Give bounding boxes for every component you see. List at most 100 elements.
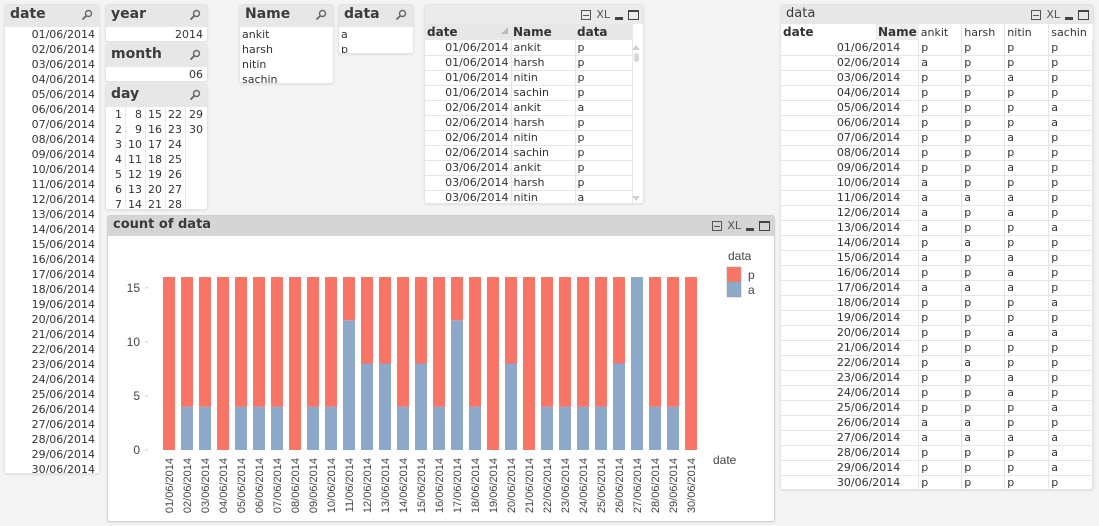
day-list-item[interactable]: 16 bbox=[146, 122, 165, 137]
bar-p[interactable] bbox=[541, 277, 553, 407]
data-list-item[interactable]: p bbox=[339, 42, 413, 53]
date-list-item[interactable]: 26/06/2014 bbox=[5, 402, 99, 417]
search-icon[interactable] bbox=[81, 9, 93, 21]
pivot-col-header-harsh[interactable]: harsh bbox=[961, 24, 1006, 40]
day-list-item[interactable]: 11 bbox=[126, 152, 145, 167]
date-list-item[interactable]: 22/06/2014 bbox=[5, 342, 99, 357]
day-list-item[interactable]: 5 bbox=[106, 167, 125, 182]
month-item[interactable]: 06 bbox=[106, 67, 207, 81]
pivot-row[interactable]: 03/06/2014 p p a p bbox=[781, 70, 1093, 86]
bar-a[interactable] bbox=[271, 406, 283, 450]
day-list-item[interactable]: 2 bbox=[106, 122, 125, 137]
date-list-item[interactable]: 10/06/2014 bbox=[5, 162, 99, 177]
name-list-item[interactable]: nitin bbox=[240, 57, 333, 72]
pivot-row[interactable]: 19/06/2014 p p p p bbox=[781, 310, 1093, 326]
day-list-item[interactable]: 23 bbox=[166, 122, 185, 137]
bar-p[interactable] bbox=[289, 277, 301, 450]
column-header-date[interactable]: date bbox=[425, 24, 511, 40]
date-list-item[interactable]: 13/06/2014 bbox=[5, 207, 99, 222]
bar-a[interactable] bbox=[667, 406, 679, 450]
date-list-item[interactable]: 04/06/2014 bbox=[5, 72, 99, 87]
bar-a[interactable] bbox=[613, 363, 625, 451]
scroll-up-icon[interactable] bbox=[632, 45, 640, 50]
day-list-item[interactable]: 4 bbox=[106, 152, 125, 167]
bar-p[interactable] bbox=[469, 277, 481, 407]
pivot-row[interactable]: 30/06/2014 p p p p bbox=[781, 475, 1093, 489]
bar-p[interactable] bbox=[397, 277, 409, 407]
table-row[interactable]: 01/06/2014 ankit p bbox=[425, 40, 633, 56]
bar-p[interactable] bbox=[577, 277, 589, 407]
pivot-row[interactable]: 04/06/2014 p p p p bbox=[781, 85, 1093, 101]
name-list-item[interactable]: ankit bbox=[240, 27, 333, 42]
bar-p[interactable] bbox=[181, 277, 193, 407]
maximize-icon[interactable] bbox=[1078, 10, 1089, 20]
date-list-item[interactable]: 29/06/2014 bbox=[5, 447, 99, 462]
bar-a[interactable] bbox=[631, 277, 643, 450]
search-icon[interactable] bbox=[189, 9, 201, 21]
day-list-item[interactable]: 21 bbox=[146, 197, 165, 209]
pivot-row[interactable]: 12/06/2014 a p a p bbox=[781, 205, 1093, 221]
date-list-item[interactable]: 19/06/2014 bbox=[5, 297, 99, 312]
bar-a[interactable] bbox=[361, 363, 373, 451]
column-header-name[interactable]: Name bbox=[511, 24, 575, 40]
bar-p[interactable] bbox=[253, 277, 265, 407]
bar-p[interactable] bbox=[487, 277, 499, 450]
pivot-row[interactable]: 13/06/2014 a p p a bbox=[781, 220, 1093, 236]
table-row[interactable]: 02/06/2014 ankit a bbox=[425, 100, 633, 116]
pivot-row[interactable]: 25/06/2014 p p p a bbox=[781, 400, 1093, 416]
print-icon[interactable] bbox=[1031, 10, 1042, 20]
bar-p[interactable] bbox=[307, 277, 319, 407]
pivot-row[interactable]: 21/06/2014 p p p p bbox=[781, 340, 1093, 356]
date-list-item[interactable]: 28/06/2014 bbox=[5, 432, 99, 447]
pivot-row[interactable]: 23/06/2014 p p a p bbox=[781, 370, 1093, 386]
day-list-item[interactable]: 30 bbox=[186, 122, 206, 137]
pivot-row[interactable]: 18/06/2014 p p p a bbox=[781, 295, 1093, 311]
bar-p[interactable] bbox=[649, 277, 661, 407]
bar-a[interactable] bbox=[181, 406, 193, 450]
day-list-item[interactable]: 13 bbox=[126, 182, 145, 197]
print-icon[interactable] bbox=[581, 10, 592, 20]
search-icon[interactable] bbox=[395, 9, 407, 21]
minimize-icon[interactable] bbox=[1065, 16, 1073, 20]
pivot-row[interactable]: 24/06/2014 p p a p bbox=[781, 385, 1093, 401]
bar-a[interactable] bbox=[469, 406, 481, 450]
pivot-row-header-date[interactable]: date bbox=[781, 24, 876, 40]
search-icon[interactable] bbox=[315, 9, 327, 21]
table-row[interactable]: 03/06/2014 harsh p bbox=[425, 175, 633, 191]
day-list-item[interactable]: 6 bbox=[106, 182, 125, 197]
date-list-item[interactable]: 11/06/2014 bbox=[5, 177, 99, 192]
day-list-item[interactable]: 27 bbox=[166, 182, 185, 197]
date-list-item[interactable]: 08/06/2014 bbox=[5, 132, 99, 147]
year-item[interactable]: 2014 bbox=[106, 27, 207, 41]
day-list-item[interactable]: 19 bbox=[146, 167, 165, 182]
bar-p[interactable] bbox=[685, 277, 697, 450]
bar-a[interactable] bbox=[541, 406, 553, 450]
day-list-item[interactable]: 18 bbox=[146, 152, 165, 167]
bar-p[interactable] bbox=[361, 277, 373, 364]
day-list-item[interactable]: 12 bbox=[126, 167, 145, 182]
scroll-thumb[interactable] bbox=[633, 53, 639, 62]
legend-label-a[interactable]: a bbox=[748, 283, 755, 297]
date-list-item[interactable]: 27/06/2014 bbox=[5, 417, 99, 432]
day-list-item[interactable]: 29 bbox=[186, 107, 206, 122]
day-list-item[interactable]: 10 bbox=[126, 137, 145, 152]
bar-p[interactable] bbox=[163, 277, 175, 450]
minimize-icon[interactable] bbox=[615, 16, 623, 20]
scroll-down-icon[interactable] bbox=[632, 196, 640, 201]
bar-a[interactable] bbox=[649, 406, 661, 450]
date-list-item[interactable]: 24/06/2014 bbox=[5, 372, 99, 387]
pivot-col-header-nitin[interactable]: nitin bbox=[1004, 24, 1050, 40]
data-list-item[interactable]: a bbox=[339, 27, 413, 42]
pivot-row[interactable]: 20/06/2014 p p a a bbox=[781, 325, 1093, 341]
day-list-item[interactable]: 14 bbox=[126, 197, 145, 209]
pivot-row[interactable]: 01/06/2014 p p p p bbox=[781, 40, 1093, 56]
date-list-item[interactable]: 23/06/2014 bbox=[5, 357, 99, 372]
bar-a[interactable] bbox=[343, 320, 355, 450]
pivot-row[interactable]: 27/06/2014 a a a a bbox=[781, 430, 1093, 446]
date-list-item[interactable]: 09/06/2014 bbox=[5, 147, 99, 162]
pivot-row[interactable]: 16/06/2014 p p a p bbox=[781, 265, 1093, 281]
pivot-row[interactable]: 11/06/2014 a a a p bbox=[781, 190, 1093, 206]
pivot-col-header-ankit[interactable]: ankit bbox=[918, 24, 963, 40]
date-list-item[interactable]: 18/06/2014 bbox=[5, 282, 99, 297]
day-list-item[interactable]: 7 bbox=[106, 197, 125, 209]
